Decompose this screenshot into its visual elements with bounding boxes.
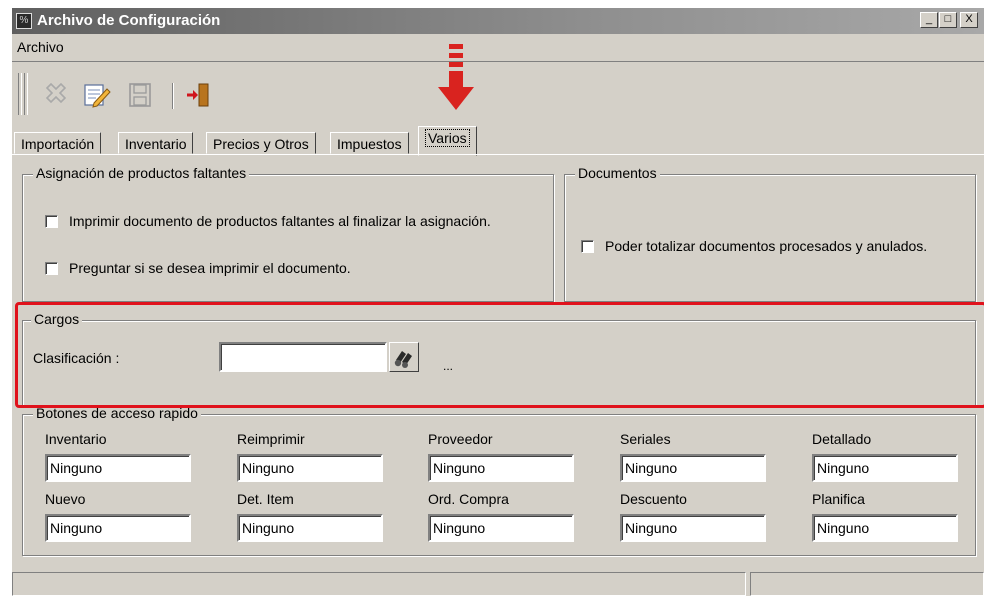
group-botones-acceso: Botones de acceso rapido Inventario Ning…: [22, 405, 976, 556]
label-ord-compra: Ord. Compra: [428, 491, 509, 507]
input-proveedor[interactable]: Ninguno: [428, 454, 574, 482]
input-ord-compra[interactable]: Ninguno: [428, 514, 574, 542]
app-icon[interactable]: %: [16, 13, 32, 29]
tab-importacion[interactable]: Importación: [14, 132, 102, 154]
status-bar: [12, 568, 984, 596]
checkbox-imprimir-documento[interactable]: [45, 214, 58, 228]
input-nuevo[interactable]: Ninguno: [45, 514, 191, 542]
tab-varios-label: Varios: [425, 129, 470, 147]
close-button[interactable]: X: [960, 12, 978, 28]
tab-strip: Importación Inventario Precios y Otros I…: [12, 126, 984, 156]
title-bar[interactable]: % Archivo de Configuración _ □ X: [12, 8, 984, 34]
option-totalizar-documentos-label: Poder totalizar documentos procesados y …: [605, 238, 928, 254]
checkbox-preguntar-imprimir[interactable]: [45, 261, 58, 275]
exit-icon[interactable]: [182, 79, 214, 111]
toolbar-grip[interactable]: [24, 73, 28, 115]
label-inventario: Inventario: [45, 431, 107, 447]
group-asignacion: Asignación de productos faltantes Imprim…: [22, 165, 554, 302]
toolbar: [12, 65, 984, 125]
label-nuevo: Nuevo: [45, 491, 86, 507]
option-preguntar-imprimir[interactable]: Preguntar si se desea imprimir el docume…: [45, 260, 351, 276]
option-totalizar-documentos[interactable]: Poder totalizar documentos procesados y …: [581, 238, 927, 254]
window-title: Archivo de Configuración: [37, 12, 221, 29]
input-det-item[interactable]: Ninguno: [237, 514, 383, 542]
status-panel: [750, 572, 984, 596]
maximize-button[interactable]: □: [939, 12, 957, 28]
save-icon[interactable]: [124, 79, 156, 111]
minimize-button[interactable]: _: [920, 12, 938, 28]
label-descuento: Descuento: [620, 491, 687, 507]
group-documentos: Documentos Poder totalizar documentos pr…: [564, 165, 976, 302]
label-reimprimir: Reimprimir: [237, 431, 305, 447]
tab-divider: [12, 154, 984, 155]
checkbox-totalizar-documentos[interactable]: [581, 239, 594, 253]
label-detallado: Detallado: [812, 431, 872, 447]
label-seriales: Seriales: [620, 431, 671, 447]
label-proveedor: Proveedor: [428, 431, 493, 447]
annotation-arrow-icon: [434, 44, 478, 124]
delete-icon[interactable]: [40, 79, 72, 111]
input-planifica[interactable]: Ninguno: [812, 514, 958, 542]
input-reimprimir[interactable]: Ninguno: [237, 454, 383, 482]
group-documentos-title: Documentos: [575, 165, 660, 181]
edit-icon[interactable]: [80, 79, 112, 111]
toolbar-grip[interactable]: [18, 73, 22, 115]
input-seriales[interactable]: Ninguno: [620, 454, 766, 482]
menu-archivo[interactable]: Archivo: [17, 39, 64, 55]
status-panel: [12, 572, 746, 596]
tab-precios-y-otros[interactable]: Precios y Otros: [206, 132, 316, 154]
option-imprimir-documento-label: Imprimir documento de productos faltante…: [69, 213, 491, 229]
option-imprimir-documento[interactable]: Imprimir documento de productos faltante…: [45, 213, 491, 229]
toolbar-separator: [172, 83, 174, 109]
tab-inventario[interactable]: Inventario: [118, 132, 194, 154]
annotation-highlight: [15, 302, 984, 408]
label-planifica: Planifica: [812, 491, 865, 507]
option-preguntar-imprimir-label: Preguntar si se desea imprimir el docume…: [69, 260, 351, 276]
label-det-item: Det. Item: [237, 491, 294, 507]
tab-impuestos[interactable]: Impuestos: [330, 132, 409, 154]
menu-bar: Archivo: [12, 35, 984, 62]
input-descuento[interactable]: Ninguno: [620, 514, 766, 542]
input-detallado[interactable]: Ninguno: [812, 454, 958, 482]
tab-varios[interactable]: Varios: [418, 126, 477, 156]
input-inventario[interactable]: Ninguno: [45, 454, 191, 482]
group-asignacion-title: Asignación de productos faltantes: [33, 165, 250, 181]
